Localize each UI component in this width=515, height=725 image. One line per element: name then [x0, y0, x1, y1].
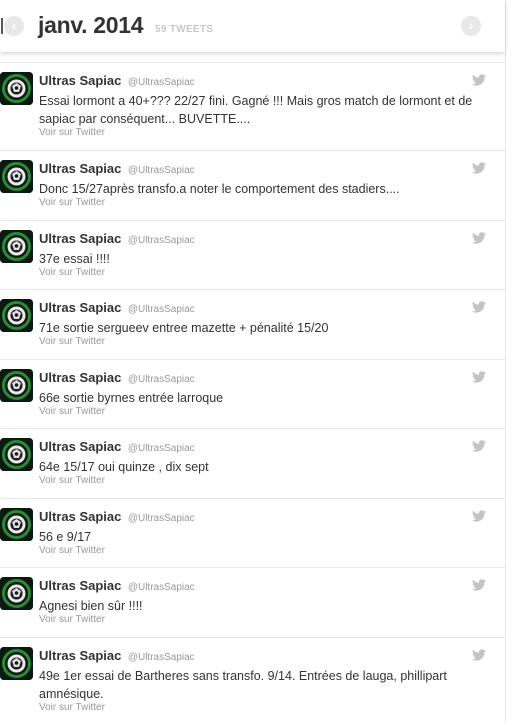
month-title: janv. 2014	[38, 12, 144, 38]
avatar[interactable]	[0, 160, 33, 193]
author-handle[interactable]: @UltrasSapiac	[128, 304, 195, 315]
view-on-twitter-link[interactable]: Voir sur Twitter	[39, 614, 105, 625]
author-name[interactable]: Ultras Sapiac	[39, 648, 121, 663]
tweet-item: Ultras Sapiac @UltrasSapiac 71e sortie s…	[0, 289, 505, 359]
tweet-timeline: Ultras Sapiac @UltrasSapiac Essai lormon…	[0, 62, 505, 725]
twitter-bird-icon[interactable]	[472, 231, 486, 244]
tweet-item: Ultras Sapiac @UltrasSapiac 56 e 9/17 Vo…	[0, 497, 505, 568]
avatar[interactable]	[0, 438, 33, 471]
tweet-text: 56 e 9/17	[39, 529, 92, 544]
author-name[interactable]: Ultras Sapiac	[39, 439, 121, 454]
twitter-bird-icon[interactable]	[472, 74, 486, 86]
right-divider	[505, 0, 506, 722]
next-month-button[interactable]: ›	[461, 16, 481, 36]
author-name[interactable]: Ultras Sapiac	[39, 161, 121, 176]
twitter-bird-icon[interactable]	[472, 440, 486, 452]
tweet-text: 71e sortie sergueev entree mazette + pén…	[39, 321, 329, 335]
avatar[interactable]	[0, 577, 33, 610]
view-on-twitter-link[interactable]: Voir sur Twitter	[39, 336, 105, 347]
twitter-bird-icon[interactable]	[472, 648, 486, 661]
avatar[interactable]	[0, 368, 33, 402]
tweet-author[interactable]: Ultras Sapiac @UltrasSapiac	[39, 369, 195, 387]
author-name[interactable]: Ultras Sapiac	[39, 231, 121, 246]
tweet-author[interactable]: Ultras Sapiac @UltrasSapiac	[39, 72, 195, 90]
tweet-text: 37e essai !!!!	[39, 251, 110, 266]
tweet-author[interactable]: Ultras Sapiac @UltrasSapiac	[39, 438, 195, 456]
view-on-twitter-link[interactable]: Voir sur Twitter	[39, 545, 105, 556]
tweet-author[interactable]: Ultras Sapiac @UltrasSapiac	[39, 647, 195, 665]
twitter-bird-icon[interactable]	[472, 579, 486, 591]
view-on-twitter-link[interactable]: Voir sur Twitter	[39, 127, 105, 138]
author-handle[interactable]: @UltrasSapiac	[128, 582, 195, 593]
tweet-text: 66e sortie byrnes entrée larroque	[39, 390, 224, 405]
author-name[interactable]: Ultras Sapiac	[39, 370, 121, 385]
avatar[interactable]	[0, 229, 33, 263]
author-name[interactable]: Ultras Sapiac	[39, 509, 121, 524]
tweet-author[interactable]: Ultras Sapiac @UltrasSapiac	[39, 508, 195, 526]
tweet-author[interactable]: Ultras Sapiac @UltrasSapiac	[39, 160, 195, 178]
timeline-header: ‹ janv. 2014 59 TWEETS ›	[0, 0, 505, 52]
avatar[interactable]	[0, 507, 33, 541]
tweet-item: Ultras Sapiac @UltrasSapiac Donc 15/27ap…	[0, 150, 505, 220]
ultras-sapiac-logo	[0, 72, 33, 105]
tweet-item: Ultras Sapiac @UltrasSapiac Agnesi bien …	[0, 567, 505, 637]
tweet-text: 49e 1er essai de Bartheres sans transfo.…	[39, 668, 447, 701]
view-on-twitter-link[interactable]: Voir sur Twitter	[39, 406, 105, 417]
author-handle[interactable]: @UltrasSapiac	[128, 235, 195, 246]
ultras-sapiac-logo	[0, 229, 33, 263]
ultras-sapiac-logo	[0, 368, 33, 402]
tweet-text: Donc 15/27après transfo.a noter le compo…	[39, 182, 400, 196]
author-name[interactable]: Ultras Sapiac	[39, 300, 121, 315]
view-on-twitter-link[interactable]: Voir sur Twitter	[39, 702, 105, 713]
view-on-twitter-link[interactable]: Voir sur Twitter	[39, 267, 105, 278]
tweet-text: Essai lormont a 40+??? 22/27 fini. Gagné…	[39, 94, 473, 126]
twitter-bird-icon[interactable]	[472, 370, 486, 383]
author-handle[interactable]: @UltrasSapiac	[128, 652, 195, 663]
tweet-item: Ultras Sapiac @UltrasSapiac 49e 1er essa…	[0, 636, 505, 725]
twitter-bird-icon[interactable]	[472, 509, 486, 522]
tweet-item: Ultras Sapiac @UltrasSapiac 66e sortie b…	[0, 358, 505, 429]
tweet-author[interactable]: Ultras Sapiac @UltrasSapiac	[39, 577, 195, 595]
author-handle[interactable]: @UltrasSapiac	[128, 513, 195, 524]
chevron-right-icon: ›	[468, 18, 474, 33]
author-name[interactable]: Ultras Sapiac	[39, 578, 121, 593]
tweet-count: 59 TWEETS	[155, 24, 214, 35]
author-handle[interactable]: @UltrasSapiac	[128, 77, 195, 88]
view-on-twitter-link[interactable]: Voir sur Twitter	[39, 475, 105, 486]
ultras-sapiac-logo	[0, 299, 33, 332]
tweet-author[interactable]: Ultras Sapiac @UltrasSapiac	[39, 299, 195, 317]
ultras-sapiac-logo	[0, 160, 33, 193]
view-on-twitter-link[interactable]: Voir sur Twitter	[39, 197, 105, 208]
tweet-text: Agnesi bien sûr !!!!	[39, 599, 143, 613]
ultras-sapiac-logo	[0, 438, 33, 471]
tweet-item: Ultras Sapiac @UltrasSapiac Essai lormon…	[0, 62, 505, 150]
tweet-text: 64e 15/17 oui quinze , dix sept	[39, 460, 209, 474]
twitter-bird-icon[interactable]	[472, 162, 486, 174]
header-edge-marker	[1, 18, 3, 34]
author-name[interactable]: Ultras Sapiac	[39, 73, 121, 88]
avatar[interactable]	[0, 299, 33, 332]
author-handle[interactable]: @UltrasSapiac	[128, 165, 195, 176]
chevron-left-icon: ‹	[11, 18, 17, 33]
twitter-bird-icon[interactable]	[472, 301, 486, 313]
avatar[interactable]	[0, 646, 33, 680]
author-handle[interactable]: @UltrasSapiac	[128, 443, 195, 454]
ultras-sapiac-logo	[0, 577, 33, 610]
tweet-item: Ultras Sapiac @UltrasSapiac 64e 15/17 ou…	[0, 428, 505, 498]
author-handle[interactable]: @UltrasSapiac	[128, 374, 195, 385]
ultras-sapiac-logo	[0, 507, 33, 541]
ultras-sapiac-logo	[0, 646, 33, 680]
tweet-item: Ultras Sapiac @UltrasSapiac 37e essai !!…	[0, 219, 505, 290]
previous-month-button[interactable]: ‹	[4, 16, 24, 36]
avatar[interactable]	[0, 72, 33, 105]
tweet-author[interactable]: Ultras Sapiac @UltrasSapiac	[39, 230, 195, 248]
